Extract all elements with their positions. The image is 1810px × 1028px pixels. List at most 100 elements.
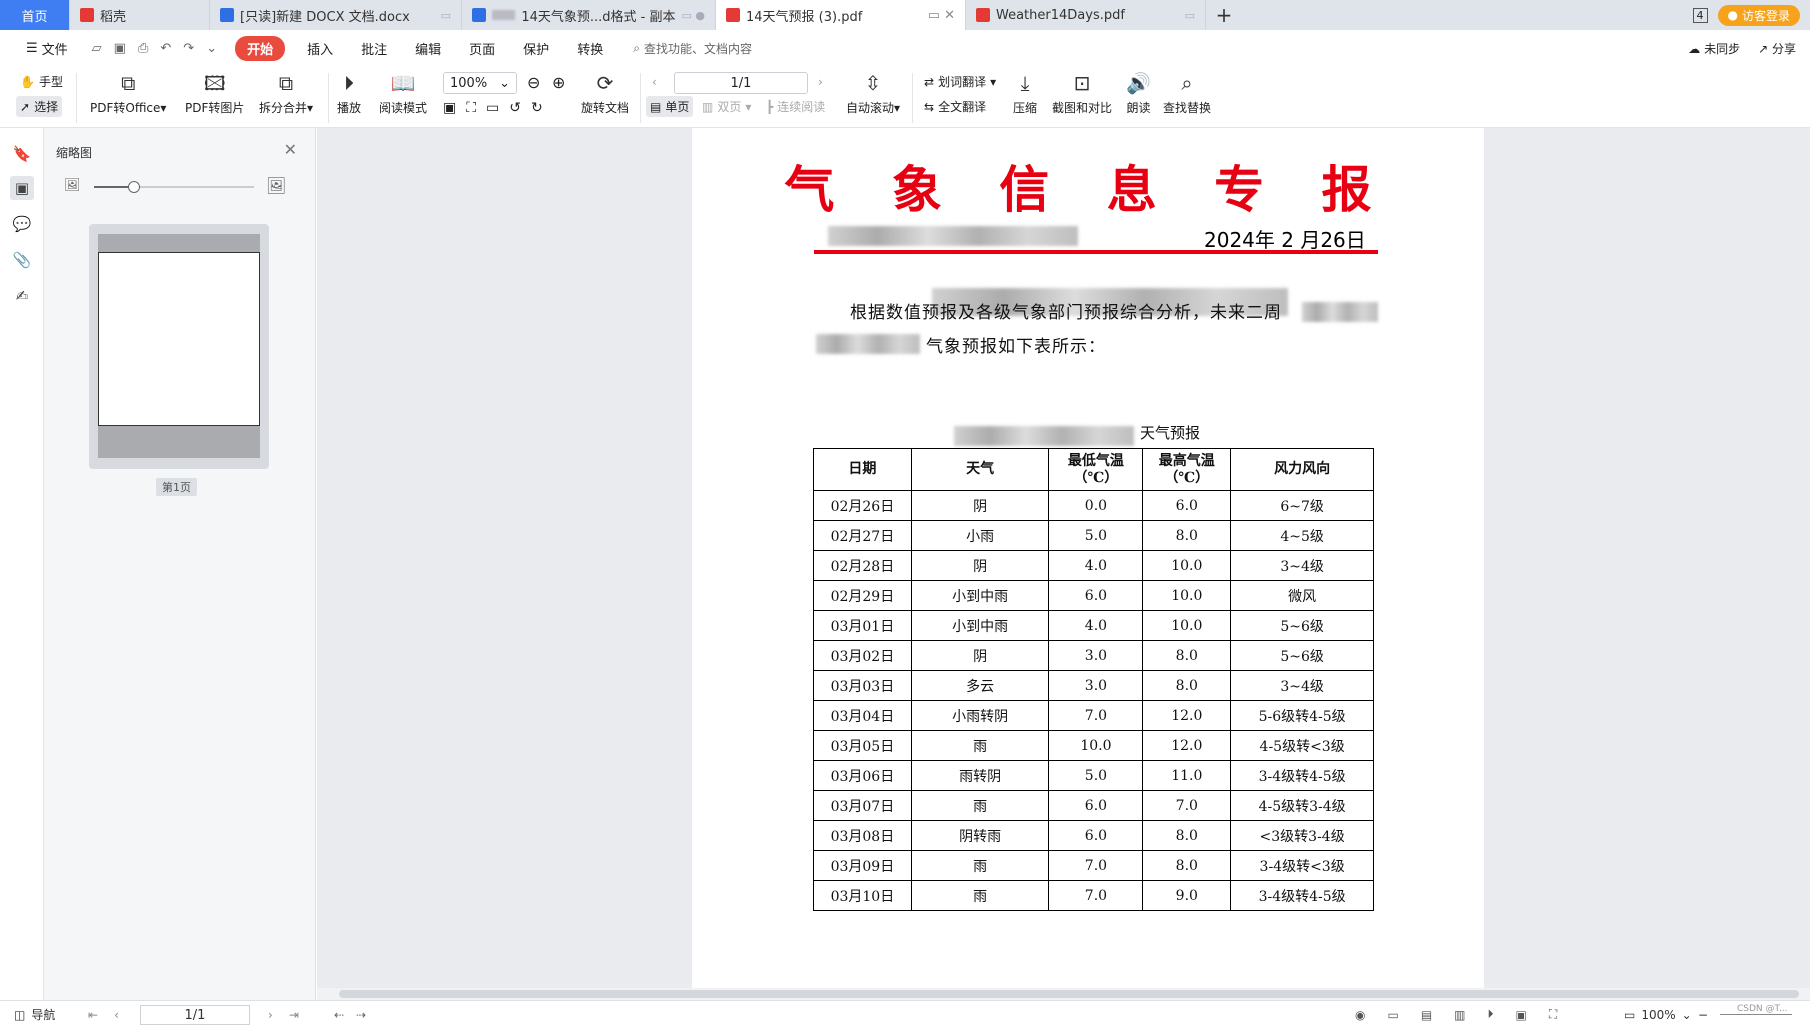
double-page-icon[interactable]: ▥ [1454, 1008, 1465, 1022]
single-page-icon[interactable]: ▤ [1421, 1008, 1432, 1022]
fit-page-icon[interactable]: ⛶ [1549, 1007, 1557, 1022]
bookmark-icon[interactable]: 🔖 [10, 142, 34, 166]
table-cell: 多云 [911, 671, 1049, 701]
fit-page-icon[interactable]: ⛶ [466, 100, 476, 116]
share-button[interactable]: ↗ 分享 [1758, 40, 1796, 57]
table-cell: 6~7级 [1231, 491, 1374, 521]
fit-width-icon[interactable]: ▭ [1387, 1008, 1398, 1022]
page-thumbnail[interactable] [89, 224, 269, 469]
tab-doc-copy[interactable]: 14天气象预...d格式 - 副本 ▭ ● [462, 0, 716, 30]
redo-icon[interactable]: ↷ [183, 41, 194, 56]
hand-tool[interactable]: ✋手型 [20, 73, 63, 90]
nav-toggle[interactable]: ◫导航 [14, 1001, 55, 1028]
pin-icon[interactable]: ▭ ● [682, 9, 706, 22]
play-button[interactable]: ⏵播放 [337, 71, 361, 116]
menu-convert[interactable]: 转换 [563, 39, 617, 58]
auto-scroll-button[interactable]: ⇳自动滚动▾ [846, 71, 900, 116]
large-image-icon[interactable]: 🖼 [266, 176, 286, 195]
zoom-in-button[interactable]: ⊕ [552, 73, 565, 92]
attachment-icon[interactable]: 📎 [10, 248, 34, 272]
eye-icon[interactable]: ◉ [1355, 1008, 1365, 1022]
table-cell: 3.0 [1049, 671, 1143, 701]
menu-insert[interactable]: 插入 [293, 39, 347, 58]
screenshot-compare-button[interactable]: ⊡截图和对比 [1052, 71, 1112, 116]
window-count-badge[interactable]: 4 [1693, 8, 1708, 23]
zoom-out-button[interactable]: ⊖ [527, 73, 540, 92]
status-page-input[interactable]: 1/1 [140, 1005, 250, 1025]
full-translate-button[interactable]: ⇆全文翻译 [924, 98, 986, 115]
chevron-right-icon[interactable]: › [268, 1008, 273, 1022]
new-tab-button[interactable]: + [1206, 0, 1242, 30]
table-cell: 小雨转阴 [911, 701, 1049, 731]
file-menu[interactable]: ☰文件 [12, 39, 82, 58]
save-icon[interactable]: ▣ [114, 41, 126, 56]
next-page-button[interactable]: › [818, 75, 823, 89]
rotate-doc-button[interactable]: ⟳旋转文档 [581, 71, 629, 116]
visitor-login-button[interactable]: ●访客登录 [1718, 5, 1801, 26]
sync-status[interactable]: ☁ 未同步 [1688, 40, 1740, 57]
zoom-select[interactable]: 100%⌄ [443, 72, 517, 94]
tab-weather-pdf[interactable]: Weather14Days.pdf ▭ [966, 0, 1206, 30]
pdf-to-office-button[interactable]: ⧉PDF转Office▾ [90, 71, 166, 116]
thumbnail-icon[interactable]: ▣ [10, 176, 34, 200]
split-merge-button[interactable]: ⧉拆分合并▾ [259, 71, 313, 116]
chevron-left-icon[interactable]: ‹ [114, 1008, 119, 1022]
table-cell: 02月29日 [814, 581, 912, 611]
signature-icon[interactable]: ✍ [10, 284, 34, 308]
page-input[interactable]: 1/1 [674, 72, 808, 94]
pin-icon[interactable]: ▭ [441, 9, 451, 22]
last-page-icon[interactable]: ⇥ [289, 1008, 299, 1022]
tab-docer[interactable]: 稻壳 [70, 0, 210, 30]
horizontal-scrollbar[interactable] [317, 988, 1810, 1000]
first-page-icon[interactable]: ⇤ [88, 1008, 98, 1022]
forward-icon[interactable]: ⇢ [356, 1008, 366, 1022]
print-icon[interactable]: ⎙ [138, 41, 148, 56]
small-image-icon[interactable]: 🖼 [64, 178, 81, 193]
menu-protect[interactable]: 保护 [509, 39, 563, 58]
close-icon[interactable]: ▭ ✕ [928, 8, 955, 23]
tab-pdf-active[interactable]: 14天气预报 (3).pdf ▭ ✕ [716, 0, 966, 30]
word-translate-button[interactable]: ⇄划词翻译▾ [924, 73, 996, 90]
tab-docx[interactable]: [只读]新建 DOCX 文档.docx ▭ [210, 0, 462, 30]
reading-mode-button[interactable]: 📖阅读模式 [379, 71, 427, 116]
compress-button[interactable]: ⤓压缩 [1013, 71, 1037, 116]
table-cell: 03月09日 [814, 851, 912, 881]
continuous-button[interactable]: ┣连续阅读 [766, 98, 825, 115]
menu-start[interactable]: 开始 [235, 36, 285, 61]
rotate-right-icon[interactable]: ↻ [531, 100, 543, 116]
actual-size-icon[interactable]: ▣ [443, 100, 456, 116]
chevron-down-icon[interactable]: ⌄ [206, 41, 217, 56]
document-viewer[interactable]: 气 象 信 息 专 报 2024年 2 月26日 根据数值预报及各级气象部门预报… [317, 128, 1810, 988]
rotate-left-icon[interactable]: ↺ [509, 100, 521, 116]
scrollbar-thumb[interactable] [339, 990, 1799, 998]
menu-page[interactable]: 页面 [455, 39, 509, 58]
play-icon[interactable]: ⏵ [1488, 1007, 1494, 1022]
tab-bar-right: 4 ●访客登录 [1693, 0, 1810, 30]
menu-annotate[interactable]: 批注 [347, 39, 401, 58]
select-tool[interactable]: ➚选择 [16, 96, 62, 117]
slider-knob[interactable] [128, 181, 140, 193]
zoom-minus[interactable]: − [1698, 1001, 1708, 1028]
tab-home[interactable]: 首页 [0, 0, 70, 30]
table-cell: 阴 [911, 551, 1049, 581]
title-rule [814, 250, 1378, 254]
table-row: 03月05日雨10.012.04-5级转<3级 [814, 731, 1374, 761]
prev-page-button[interactable]: ‹ [652, 75, 657, 89]
close-icon[interactable]: ✕ [284, 140, 297, 159]
single-page-button[interactable]: ▤单页 [646, 96, 693, 117]
find-replace-button[interactable]: ⌕查找替换 [1163, 71, 1211, 116]
thumbnail-size-slider[interactable] [94, 186, 254, 188]
double-page-button[interactable]: ▥双页▾ [702, 98, 751, 115]
menu-edit[interactable]: 编辑 [401, 39, 455, 58]
status-zoom[interactable]: ▭100%⌄ [1624, 1001, 1692, 1028]
fit-width-icon[interactable]: ▭ [486, 100, 499, 116]
back-icon[interactable]: ⇠ [334, 1008, 344, 1022]
undo-icon[interactable]: ↶ [160, 41, 171, 56]
comment-icon[interactable]: 💬 [10, 212, 34, 236]
pin-icon[interactable]: ▭ [1185, 9, 1195, 22]
read-aloud-button[interactable]: 🔊朗读 [1126, 71, 1151, 116]
pdf-to-image-button[interactable]: 🖾PDF转图片 [185, 71, 244, 116]
actual-size-icon[interactable]: ▣ [1516, 1008, 1527, 1022]
open-icon[interactable]: ▱ [92, 41, 102, 56]
feature-search[interactable]: ⌕查找功能、文档内容 [633, 40, 752, 57]
